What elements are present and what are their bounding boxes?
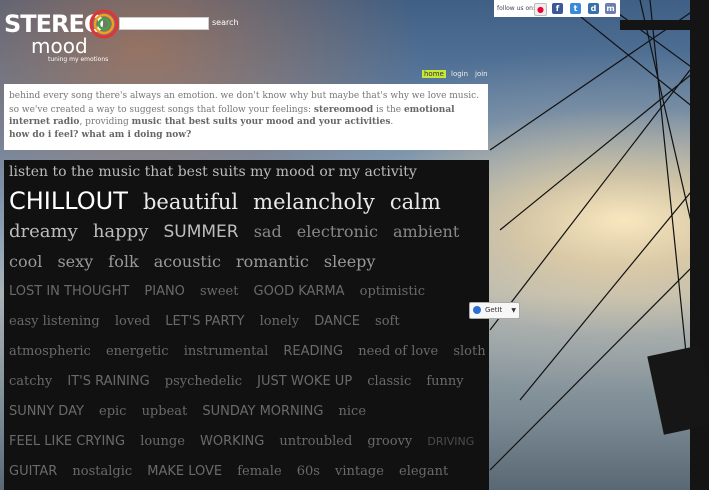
getit-button[interactable]: GetIt ▼	[469, 302, 520, 319]
mood-tag[interactable]: cool	[9, 247, 42, 277]
mood-tag[interactable]: SUNDAY MORNING	[202, 397, 323, 427]
mood-tag[interactable]: untroubled	[279, 427, 352, 457]
mood-tag[interactable]: sleepy	[324, 247, 376, 277]
nav-home[interactable]: home	[422, 70, 446, 78]
facebook-icon[interactable]: f	[552, 3, 563, 14]
flickr-icon[interactable]: ●	[534, 3, 547, 16]
mood-tag[interactable]: atmospheric	[9, 337, 91, 367]
mood-tag[interactable]: elegant	[399, 457, 448, 487]
search-button[interactable]: search	[212, 18, 239, 27]
mood-tag[interactable]: LET'S PARTY	[165, 307, 244, 337]
tag-row: CHILLOUT beautiful melancholy calm	[9, 186, 484, 217]
mood-tag[interactable]: GUITAR	[9, 457, 57, 487]
mood-tag-cloud: listen to the music that best suits my m…	[4, 160, 489, 490]
mood-tag[interactable]: PIANO	[144, 277, 185, 307]
search-input[interactable]	[119, 17, 209, 30]
mood-tag[interactable]: funny	[426, 367, 463, 397]
mood-tag[interactable]: DANCE	[314, 307, 360, 337]
mood-tag[interactable]: LOST IN THOUGHT	[9, 277, 129, 307]
intro-emphasis: music that best suits your mood and your…	[131, 117, 391, 127]
stereomood-logo[interactable]: STEREO mood tuning my emotions	[4, 8, 122, 64]
getit-icon	[473, 306, 481, 314]
mood-tag[interactable]: sad	[254, 217, 282, 247]
mood-tag[interactable]: dreamy	[9, 217, 78, 247]
mood-tag[interactable]: loved	[115, 307, 150, 337]
mood-tag[interactable]: happy	[93, 217, 149, 247]
mood-tag[interactable]: SUMMER	[163, 217, 238, 247]
myspace-icon[interactable]: m	[605, 3, 616, 14]
mood-tag[interactable]: calm	[390, 187, 441, 217]
mood-tag[interactable]: IT'S RAINING	[67, 367, 149, 397]
tag-row: dreamy happy SUMMER sad electronic ambie…	[9, 217, 484, 247]
mood-tag[interactable]: MAKE LOVE	[147, 457, 222, 487]
intro-text: , providing	[79, 117, 132, 127]
mood-tag[interactable]: nice	[339, 397, 367, 427]
tag-cloud-heading: listen to the music that best suits my m…	[9, 164, 417, 180]
follow-us-label: follow us on:	[497, 5, 535, 12]
twitter-icon[interactable]: t	[570, 3, 581, 14]
logo-wordmark-bottom: mood	[31, 34, 88, 58]
follow-us-bar: follow us on: ● f t d m	[494, 0, 620, 17]
chevron-down-icon: ▼	[511, 307, 516, 314]
intro-line-1: behind every song there's always an emot…	[9, 91, 479, 101]
mood-tag[interactable]: romantic	[236, 247, 309, 277]
mood-tag[interactable]: psychedelic	[165, 367, 242, 397]
mood-tag[interactable]: sloth	[453, 337, 485, 367]
intro-text: so we've created a way to suggest songs …	[9, 105, 314, 115]
nav-join[interactable]: join	[475, 70, 488, 78]
intro-line-2: so we've created a way to suggest songs …	[9, 104, 483, 128]
mood-tag[interactable]: FEEL LIKE CRYING	[9, 427, 125, 457]
tag-row: FEEL LIKE CRYING lounge WORKING untroubl…	[9, 427, 484, 457]
mood-tag[interactable]: nostalgic	[72, 457, 132, 487]
mood-tag[interactable]: sweet	[200, 277, 238, 307]
mood-tag[interactable]: easy listening	[9, 307, 100, 337]
tag-row: SUNNY DAY epic upbeat SUNDAY MORNING nic…	[9, 397, 484, 427]
mood-tag[interactable]: folk	[108, 247, 138, 277]
intro-text: is the	[373, 105, 404, 115]
mood-tag[interactable]: READING	[283, 337, 343, 367]
mood-tag[interactable]: vintage	[335, 457, 384, 487]
mood-tag[interactable]: 60s	[297, 457, 320, 487]
tag-row: LOST IN THOUGHT PIANO sweet GOOD KARMA o…	[9, 277, 484, 307]
tag-row: GUITAR nostalgic MAKE LOVE female 60s vi…	[9, 457, 484, 487]
mood-tag[interactable]: sexy	[57, 247, 93, 277]
logo-tagline: tuning my emotions	[48, 56, 109, 63]
mood-tag[interactable]: classic	[367, 367, 411, 397]
tag-row: easy listening loved LET'S PARTY lonely …	[9, 307, 484, 337]
mood-tag[interactable]: ambient	[393, 217, 459, 247]
mood-tag[interactable]: DRIVING	[427, 427, 474, 457]
tag-row: cool sexy folk acoustic romantic sleepy	[9, 247, 484, 277]
mood-tag[interactable]: beautiful	[143, 187, 238, 217]
mood-tag[interactable]: groovy	[367, 427, 412, 457]
mood-tag[interactable]: lonely	[260, 307, 300, 337]
mood-tag[interactable]: soft	[375, 307, 400, 337]
mood-tag[interactable]: lounge	[140, 427, 185, 457]
headphones-logo-icon	[89, 9, 119, 39]
tag-row: atmospheric energetic instrumental READI…	[9, 337, 486, 367]
intro-brand: stereomood	[313, 105, 374, 115]
delicious-icon[interactable]: d	[588, 3, 599, 14]
mood-tag[interactable]: JUST WOKE UP	[257, 367, 352, 397]
mood-tag[interactable]: need of love	[358, 337, 438, 367]
mood-tag[interactable]: electronic	[297, 217, 378, 247]
mood-tag[interactable]: CHILLOUT	[9, 186, 128, 216]
mood-tag[interactable]: energetic	[106, 337, 169, 367]
intro-panel: behind every song there's always an emot…	[4, 84, 488, 150]
intro-question[interactable]: how do i feel? what am i doing now?	[9, 129, 483, 141]
mood-tag[interactable]: melancholy	[253, 187, 375, 217]
mood-tag[interactable]: optimistic	[360, 277, 425, 307]
intro-text: .	[390, 117, 394, 127]
mood-tag[interactable]: WORKING	[200, 427, 264, 457]
mood-tag[interactable]: instrumental	[184, 337, 269, 367]
mood-tag[interactable]: epic	[99, 397, 126, 427]
tag-row: catchy IT'S RAINING psychedelic JUST WOK…	[9, 367, 484, 397]
mood-tag[interactable]: female	[237, 457, 281, 487]
nav-login[interactable]: login	[451, 70, 468, 78]
mood-tag[interactable]: upbeat	[142, 397, 188, 427]
mood-tag[interactable]: catchy	[9, 367, 52, 397]
mood-tag[interactable]: SUNNY DAY	[9, 397, 84, 427]
mood-tag[interactable]: GOOD KARMA	[254, 277, 345, 307]
getit-label: GetIt	[485, 306, 503, 314]
mood-tag[interactable]: acoustic	[154, 247, 221, 277]
